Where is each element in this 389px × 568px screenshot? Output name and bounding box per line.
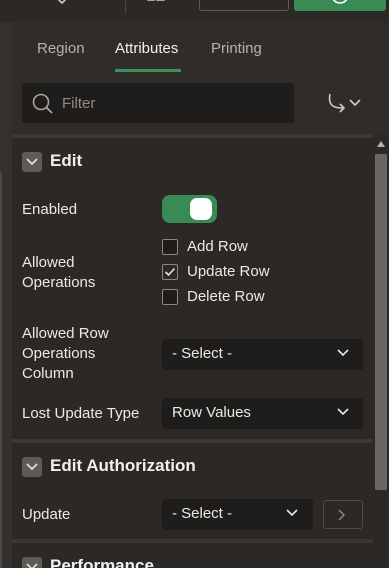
tab-attributes[interactable]: Attributes (115, 40, 178, 57)
toolbar-divider (125, 0, 126, 14)
save-icon (332, 0, 348, 4)
splitter-rail[interactable] (0, 172, 2, 568)
save-button[interactable] (294, 0, 386, 11)
toggle-knob (190, 198, 212, 220)
allowed-row-ops-column-select[interactable]: - Select - (162, 339, 363, 370)
checkbox-box[interactable] (162, 289, 178, 305)
enabled-toggle[interactable] (162, 195, 217, 223)
checkbox-label: Add Row (187, 238, 248, 255)
chevron-down-icon (337, 408, 349, 416)
tab-region[interactable]: Region (37, 40, 85, 57)
checkmark-icon (164, 267, 176, 277)
select-value: - Select - (172, 345, 233, 362)
collapse-toggle[interactable] (22, 457, 42, 477)
filter-field (22, 83, 294, 123)
section-divider (12, 439, 373, 443)
section-title: Performance (50, 556, 154, 568)
search-icon (32, 93, 53, 114)
filter-input[interactable] (62, 92, 282, 114)
allowed-row-ops-column-label: Allowed Row Operations Column (22, 325, 109, 382)
select-value: Row Values (172, 404, 251, 421)
tab-printing[interactable]: Printing (211, 40, 262, 57)
chevron-down-icon (337, 349, 349, 357)
collapse-toggle[interactable] (22, 557, 42, 568)
chevron-down-icon (26, 563, 38, 568)
section-header-edit-authorization[interactable]: Edit Authorization (12, 447, 373, 487)
update-authorization-select[interactable]: - Select - (162, 499, 313, 530)
collapse-toggle[interactable] (22, 152, 42, 172)
section-header-edit[interactable]: Edit (12, 142, 373, 182)
chevron-down-icon (26, 463, 38, 471)
chevron-right-icon (338, 509, 346, 521)
top-toolbar (0, 0, 389, 22)
go-to-authorization-button[interactable] (323, 500, 363, 529)
section-title: Edit Authorization (50, 456, 196, 475)
property-tabs: Region Attributes Printing (12, 22, 389, 72)
select-value: - Select - (172, 505, 233, 522)
section-divider (12, 134, 373, 138)
vertical-scrollbar[interactable] (373, 134, 389, 568)
property-editor-content: Edit Enabled Allowed Operations Add Row … (12, 134, 373, 568)
go-to-group-icon[interactable] (324, 92, 366, 116)
checkbox-box[interactable] (162, 239, 178, 255)
checkbox-label: Update Row (187, 263, 270, 280)
scrollbar-thumb[interactable] (375, 154, 387, 490)
checkbox-label: Delete Row (187, 288, 265, 305)
scroll-up-icon[interactable] (376, 140, 386, 148)
lost-update-type-select[interactable]: Row Values (162, 398, 363, 429)
lost-update-type-label: Lost Update Type (22, 405, 140, 422)
check-icon[interactable] (56, 0, 70, 6)
chevron-down-icon (26, 158, 38, 166)
toolbar-button[interactable] (199, 0, 289, 11)
layout-icon[interactable] (146, 0, 166, 6)
section-header-performance[interactable]: Performance (12, 547, 373, 568)
section-title: Edit (50, 151, 83, 170)
allowed-operations-label: Allowed Operations (22, 254, 96, 291)
checkbox-box[interactable] (162, 264, 178, 280)
left-panel-edge (0, 22, 12, 568)
chevron-down-icon (286, 509, 298, 517)
update-label: Update (22, 506, 71, 523)
filter-bar (12, 72, 389, 134)
enabled-label: Enabled (22, 201, 78, 218)
section-divider (12, 539, 373, 543)
